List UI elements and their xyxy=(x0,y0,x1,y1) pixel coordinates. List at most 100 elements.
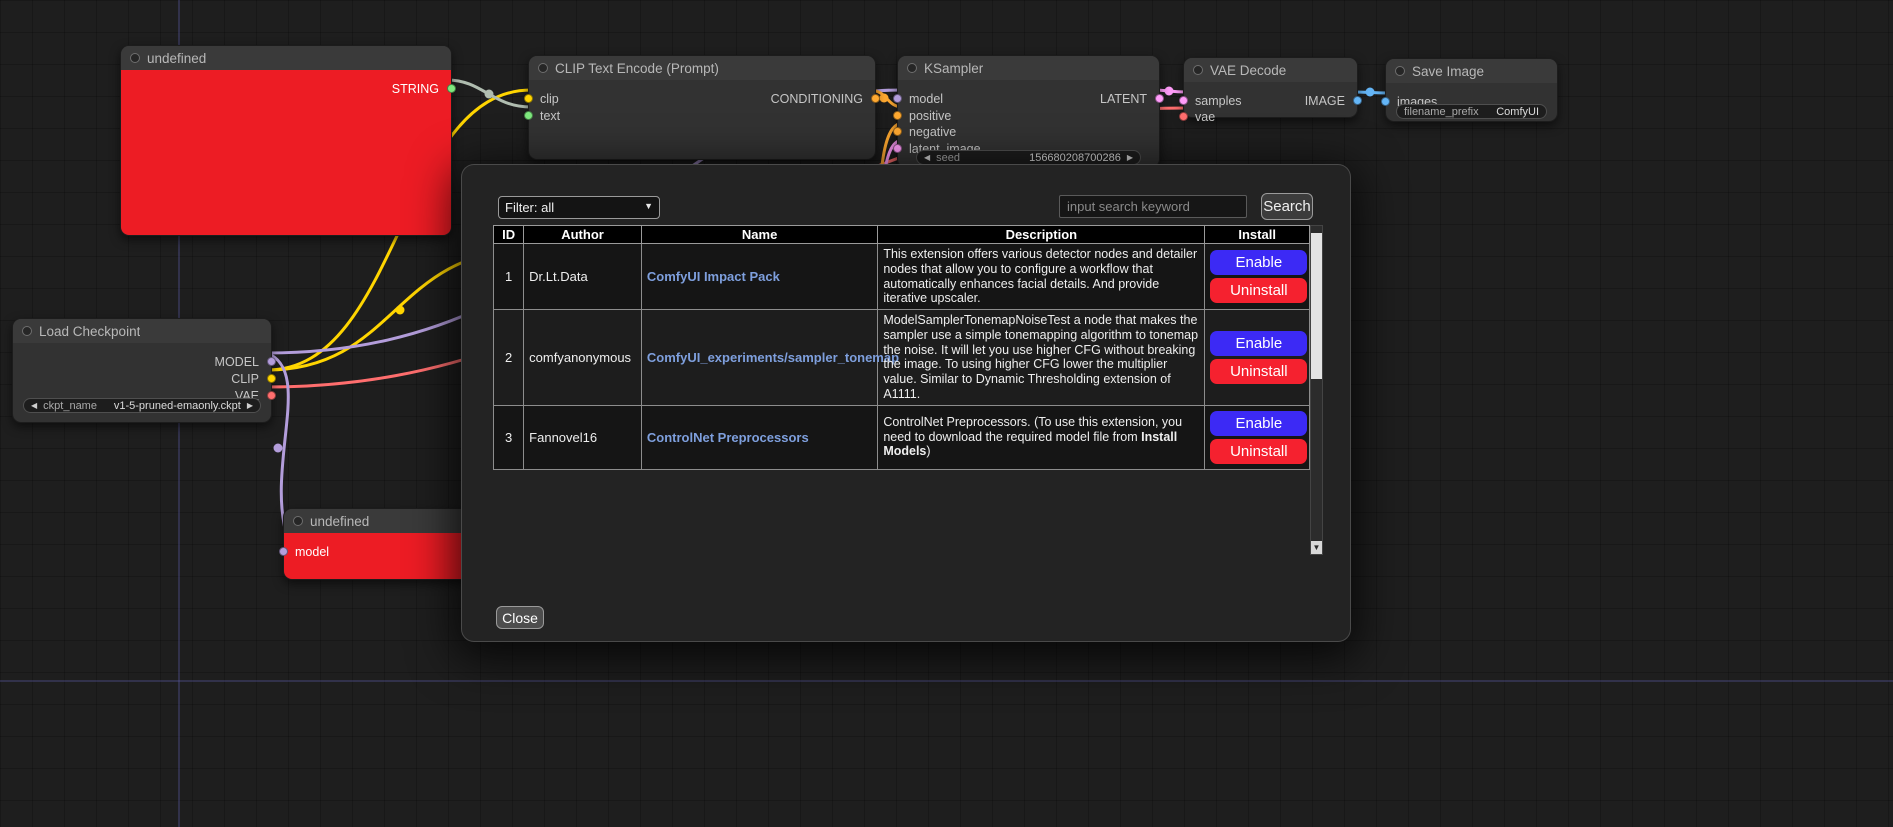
latent-output-dot[interactable] xyxy=(1155,94,1164,103)
extension-id: 1 xyxy=(494,244,524,310)
node-title-bar[interactable]: KSampler xyxy=(898,56,1159,80)
seed-widget[interactable]: ◀ seed 156680208700286 ▶ xyxy=(916,150,1141,165)
node-ksampler[interactable]: KSampler model positive negative latent_… xyxy=(897,55,1160,168)
collapse-icon[interactable] xyxy=(1395,66,1405,76)
extension-install-cell: Enable Uninstall xyxy=(1205,244,1310,310)
model-input-dot[interactable] xyxy=(279,547,288,556)
arrow-right-icon[interactable]: ▶ xyxy=(1127,154,1133,162)
filename-prefix-widget[interactable]: filename_prefix ComfyUI xyxy=(1396,104,1547,119)
node-title-text: undefined xyxy=(147,51,206,66)
text-input-label: text xyxy=(540,109,560,123)
node-title-bar[interactable]: Save Image xyxy=(1386,59,1557,83)
header-name: Name xyxy=(641,226,877,244)
node-save-image[interactable]: Save Image images filename_prefix ComfyU… xyxy=(1385,58,1558,122)
wire-midpoint-dot xyxy=(274,444,283,453)
text-input-slot: text xyxy=(529,108,875,124)
node-graph-canvas[interactable]: undefined STRING CLIP Text Encode (Promp… xyxy=(0,0,1893,827)
wire-midpoint-dot xyxy=(396,306,405,315)
extension-author: Fannovel16 xyxy=(524,405,642,469)
table-header-row: ID Author Name Description Install xyxy=(494,226,1310,244)
seed-widget-value: 156680208700286 xyxy=(966,152,1121,164)
node-title-text: VAE Decode xyxy=(1210,63,1286,78)
uninstall-button[interactable]: Uninstall xyxy=(1210,359,1307,384)
uninstall-button[interactable]: Uninstall xyxy=(1210,278,1307,303)
collapse-icon[interactable] xyxy=(22,326,32,336)
conditioning-output-slot: CONDITIONING xyxy=(529,91,875,107)
node-title-bar[interactable]: undefined xyxy=(121,46,451,70)
clip-output-dot[interactable] xyxy=(267,374,276,383)
collapse-icon[interactable] xyxy=(907,63,917,73)
description-end-text: ) xyxy=(926,444,930,458)
collapse-icon[interactable] xyxy=(293,516,303,526)
extension-row: 2 comfyanonymous ComfyUI_experiments/sam… xyxy=(494,310,1310,406)
arrow-left-icon[interactable]: ◀ xyxy=(924,154,930,162)
collapse-icon[interactable] xyxy=(538,63,548,73)
scrollbar-thumb[interactable] xyxy=(1311,233,1322,379)
extension-install-cell: Enable Uninstall xyxy=(1205,310,1310,406)
images-input-dot[interactable] xyxy=(1381,97,1390,106)
table-scrollbar[interactable]: ▼ xyxy=(1310,225,1323,555)
node-title-text: undefined xyxy=(310,514,369,529)
uninstall-button[interactable]: Uninstall xyxy=(1210,439,1307,464)
node-undefined-top[interactable]: undefined STRING xyxy=(120,45,452,236)
wire-midpoint-dot xyxy=(880,94,889,103)
wire-midpoint-dot xyxy=(485,90,494,99)
string-output-slot: STRING xyxy=(121,81,451,97)
text-input-dot[interactable] xyxy=(524,111,533,120)
node-title-bar[interactable]: VAE Decode xyxy=(1184,58,1357,82)
header-id: ID xyxy=(494,226,524,244)
arrow-left-icon[interactable]: ◀ xyxy=(31,402,37,410)
image-output-label: IMAGE xyxy=(1305,94,1345,108)
positive-input-dot[interactable] xyxy=(893,111,902,120)
node-title-bar[interactable]: CLIP Text Encode (Prompt) xyxy=(529,56,875,80)
vae-output-dot[interactable] xyxy=(267,391,276,400)
extension-description: This extension offers various detector n… xyxy=(878,244,1205,310)
extension-name-cell: ComfyUI_experiments/sampler_tonemap xyxy=(641,310,877,406)
extension-author: comfyanonymous xyxy=(524,310,642,406)
header-author: Author xyxy=(524,226,642,244)
positive-input-slot: positive xyxy=(898,108,1159,124)
collapse-icon[interactable] xyxy=(1193,65,1203,75)
latent-image-input-dot[interactable] xyxy=(893,144,902,153)
node-title-text: Load Checkpoint xyxy=(39,324,140,339)
extension-id: 3 xyxy=(494,405,524,469)
collapse-icon[interactable] xyxy=(130,53,140,63)
enable-button[interactable]: Enable xyxy=(1210,331,1307,356)
extension-install-cell: Enable Uninstall xyxy=(1205,405,1310,469)
string-output-dot[interactable] xyxy=(447,84,456,93)
image-output-dot[interactable] xyxy=(1353,96,1362,105)
extension-row: 3 Fannovel16 ControlNet Preprocessors Co… xyxy=(494,405,1310,469)
latent-output-label: LATENT xyxy=(1100,92,1147,106)
vae-input-dot[interactable] xyxy=(1179,112,1188,121)
model-output-slot: MODEL xyxy=(13,354,271,370)
model-output-dot[interactable] xyxy=(267,357,276,366)
node-title-bar[interactable]: Load Checkpoint xyxy=(13,319,271,343)
node-vae-decode[interactable]: VAE Decode samples vae IMAGE xyxy=(1183,57,1358,118)
conditioning-output-label: CONDITIONING xyxy=(771,92,863,106)
extension-row: 1 Dr.Lt.Data ComfyUI Impact Pack This ex… xyxy=(494,244,1310,310)
string-output-label: STRING xyxy=(392,82,439,96)
node-clip-text-encode[interactable]: CLIP Text Encode (Prompt) clip text COND… xyxy=(528,55,876,160)
extension-name-link[interactable]: ComfyUI_experiments/sampler_tonemap xyxy=(647,350,899,365)
enable-button[interactable]: Enable xyxy=(1210,250,1307,275)
extension-table: ID Author Name Description Install 1 Dr.… xyxy=(493,225,1310,470)
scroll-down-arrow-icon[interactable]: ▼ xyxy=(1311,541,1322,554)
extension-author: Dr.Lt.Data xyxy=(524,244,642,310)
negative-input-label: negative xyxy=(909,125,956,139)
negative-input-dot[interactable] xyxy=(893,127,902,136)
enable-button[interactable]: Enable xyxy=(1210,411,1307,436)
ckpt-name-widget[interactable]: ◀ ckpt_name v1-5-pruned-emaonly.ckpt ▶ xyxy=(23,398,261,413)
search-input[interactable] xyxy=(1059,195,1247,218)
filter-select[interactable]: Filter: all xyxy=(498,196,660,219)
clip-output-slot: CLIP xyxy=(13,371,271,387)
node-load-checkpoint[interactable]: Load Checkpoint MODEL CLIP VAE ◀ ckpt_na… xyxy=(12,318,272,423)
search-button[interactable]: Search xyxy=(1261,193,1313,220)
arrow-right-icon[interactable]: ▶ xyxy=(247,402,253,410)
vae-input-slot: vae xyxy=(1184,109,1357,125)
extension-name-link[interactable]: ControlNet Preprocessors xyxy=(647,430,809,445)
conditioning-output-dot[interactable] xyxy=(871,94,880,103)
close-button[interactable]: Close xyxy=(496,606,544,629)
extension-name-link[interactable]: ComfyUI Impact Pack xyxy=(647,269,780,284)
model-output-label: MODEL xyxy=(215,355,259,369)
model-input-label: model xyxy=(295,545,329,559)
